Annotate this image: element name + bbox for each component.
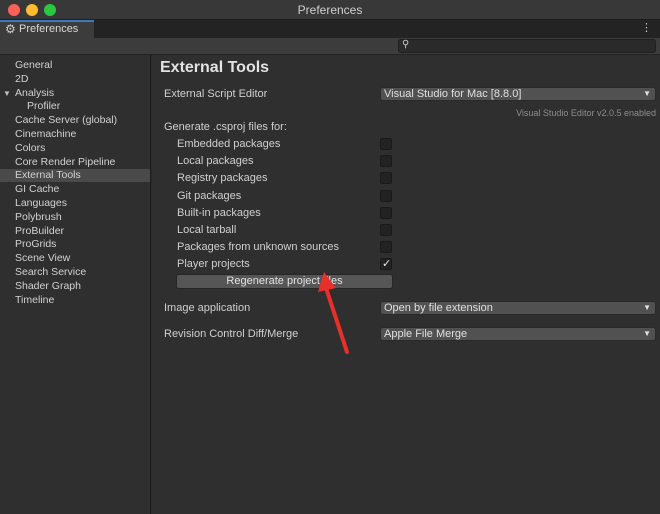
tab-preferences[interactable]: ⚙ Preferences	[0, 20, 94, 38]
sidebar-item-scene-view[interactable]: Scene View	[0, 252, 150, 265]
diff-merge-label: Revision Control Diff/Merge	[164, 328, 299, 340]
sidebar-item-analysis[interactable]: ▼ Analysis	[0, 87, 150, 100]
registry-packages-checkbox[interactable]	[380, 172, 392, 184]
git-packages-checkbox[interactable]	[380, 190, 392, 202]
local-packages-checkbox[interactable]	[380, 155, 392, 167]
diff-merge-dropdown[interactable]: Apple File Merge ▼	[380, 327, 656, 341]
diff-merge-value: Apple File Merge	[384, 328, 468, 340]
sidebar-item-progrids[interactable]: ProGrids	[0, 238, 150, 251]
gear-icon: ⚙	[5, 22, 16, 36]
sidebar-item-languages[interactable]: Languages	[0, 197, 150, 210]
sidebar-item-cache-server[interactable]: Cache Server (global)	[0, 114, 150, 127]
sidebar-item-colors[interactable]: Colors	[0, 142, 150, 155]
sidebar-item-core-render-pipeline[interactable]: Core Render Pipeline	[0, 156, 150, 169]
sidebar-item-polybrush[interactable]: Polybrush	[0, 211, 150, 224]
checkmark-icon: ✓	[382, 258, 392, 270]
option-embedded-label: Embedded packages	[177, 138, 281, 150]
option-tarball-label: Local tarball	[177, 224, 237, 236]
sidebar-item-timeline[interactable]: Timeline	[0, 294, 150, 307]
option-unknown-sources-label: Packages from unknown sources	[177, 241, 340, 253]
option-local-label: Local packages	[177, 155, 254, 167]
sidebar-item-probuilder[interactable]: ProBuilder	[0, 225, 150, 238]
search-row: ⚲	[0, 38, 660, 55]
sidebar-item-search-service[interactable]: Search Service	[0, 266, 150, 279]
sidebar-item-label: Analysis	[15, 87, 55, 99]
main-panel: External Tools External Script Editor Vi…	[152, 55, 660, 514]
image-application-label: Image application	[164, 302, 251, 314]
script-editor-value: Visual Studio for Mac [8.8.0]	[384, 88, 522, 100]
option-registry-label: Registry packages	[177, 172, 268, 184]
caret-down-icon: ▼	[643, 89, 651, 98]
generate-csproj-label: Generate .csproj files for:	[164, 121, 287, 133]
search-box[interactable]: ⚲	[398, 39, 656, 53]
image-application-dropdown[interactable]: Open by file extension ▼	[380, 301, 656, 315]
page-title: External Tools	[160, 59, 270, 76]
embedded-packages-checkbox[interactable]	[380, 138, 392, 150]
unknown-sources-checkbox[interactable]	[380, 241, 392, 253]
script-editor-label: External Script Editor	[164, 88, 268, 100]
sidebar-item-profiler[interactable]: Profiler	[0, 100, 150, 113]
tab-label: Preferences	[19, 23, 79, 35]
caret-down-icon: ▼	[643, 329, 651, 338]
script-editor-dropdown[interactable]: Visual Studio for Mac [8.8.0] ▼	[380, 87, 656, 101]
caret-down-icon: ▼	[643, 303, 651, 312]
tab-bar: ⚙ Preferences ⋮	[0, 20, 660, 38]
search-input[interactable]	[413, 40, 653, 52]
player-projects-checkbox[interactable]: ✓	[380, 258, 392, 270]
sidebar-item-2d[interactable]: 2D	[0, 73, 150, 86]
regenerate-project-files-button[interactable]: Regenerate project files	[176, 274, 393, 289]
title-bar: Preferences	[0, 0, 660, 20]
image-application-value: Open by file extension	[384, 302, 493, 314]
search-icon: ⚲	[402, 39, 410, 50]
sidebar-item-gi-cache[interactable]: GI Cache	[0, 183, 150, 196]
fold-arrow-icon[interactable]: ▼	[3, 87, 11, 100]
local-tarball-checkbox[interactable]	[380, 224, 392, 236]
more-options-icon[interactable]: ⋮	[641, 21, 652, 34]
sidebar-item-cinemachine[interactable]: Cinemachine	[0, 128, 150, 141]
option-git-label: Git packages	[177, 190, 242, 202]
option-builtin-label: Built-in packages	[177, 207, 261, 219]
builtin-packages-checkbox[interactable]	[380, 207, 392, 219]
editor-version-hint: Visual Studio Editor v2.0.5 enabled	[516, 108, 656, 118]
sidebar-item-general[interactable]: General	[0, 59, 150, 72]
sidebar: General 2D ▼ Analysis Profiler Cache Ser…	[0, 55, 151, 514]
window-title: Preferences	[297, 3, 363, 17]
sidebar-item-shader-graph[interactable]: Shader Graph	[0, 280, 150, 293]
sidebar-item-external-tools[interactable]: External Tools	[0, 169, 150, 182]
option-player-projects-label: Player projects	[177, 258, 250, 270]
